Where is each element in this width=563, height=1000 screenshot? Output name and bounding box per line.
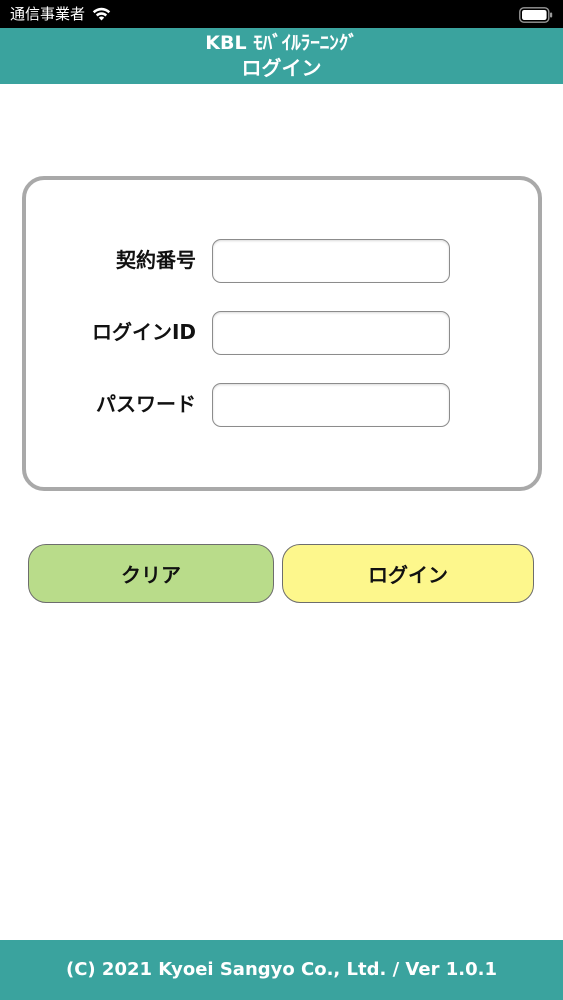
contract-number-input[interactable]	[212, 239, 450, 283]
app-header: KBL ﾓﾊﾞｲﾙﾗｰﾆﾝｸﾞ ログイン	[0, 28, 563, 84]
copyright-text: (C) 2021 Kyoei Sangyo Co., Ltd. / Ver 1.…	[66, 959, 497, 980]
wifi-icon	[92, 7, 111, 21]
login-id-label: ログインID	[91, 320, 196, 344]
login-id-input[interactable]	[212, 311, 450, 355]
app-name: KBL ﾓﾊﾞｲﾙﾗｰﾆﾝｸﾞ	[205, 32, 358, 54]
battery-icon	[519, 7, 553, 23]
contract-number-label: 契約番号	[116, 248, 196, 272]
status-bar: 通信事業者	[0, 0, 563, 28]
login-screen: 通信事業者 KBL ﾓﾊﾞｲﾙﾗｰﾆﾝｸﾞ ログイン 契約番号 ログインID パ…	[0, 0, 563, 1000]
password-label: パスワード	[96, 392, 196, 416]
app-footer: (C) 2021 Kyoei Sangyo Co., Ltd. / Ver 1.…	[0, 940, 563, 1000]
login-form-panel: 契約番号 ログインID パスワード	[22, 176, 542, 491]
login-button[interactable]: ログイン	[282, 544, 534, 603]
clear-button[interactable]: クリア	[28, 544, 274, 603]
page-title: ログイン	[241, 56, 322, 80]
password-input[interactable]	[212, 383, 450, 427]
carrier-name: 通信事業者	[10, 5, 86, 23]
